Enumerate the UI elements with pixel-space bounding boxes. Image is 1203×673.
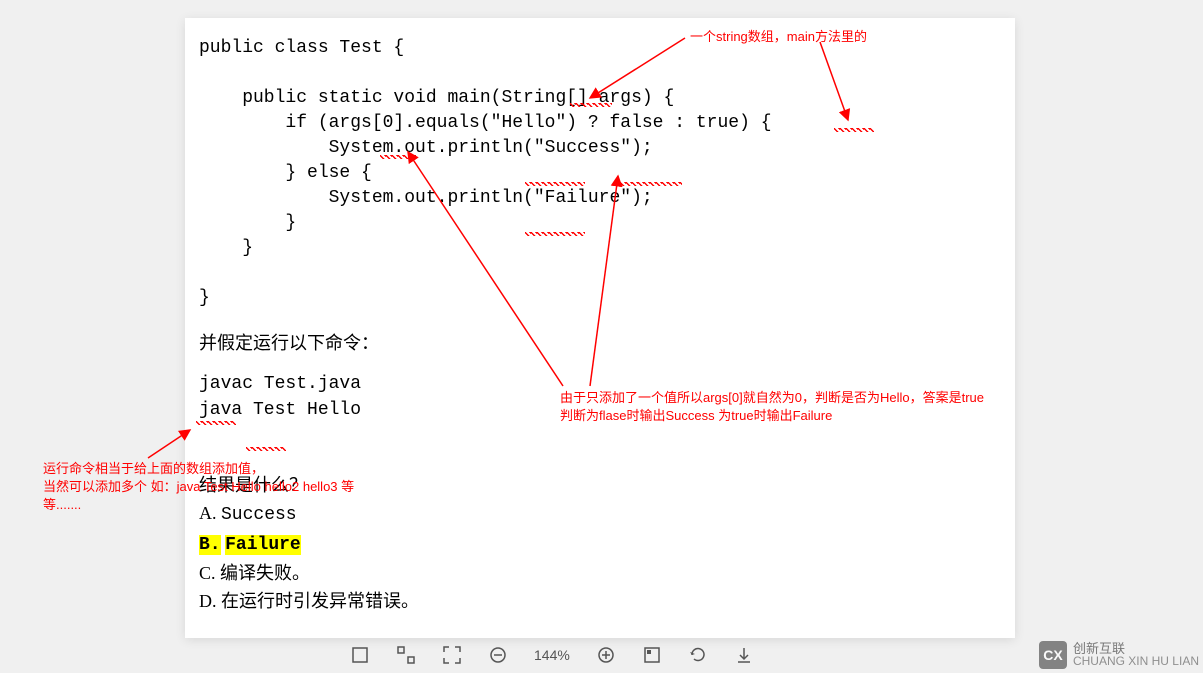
assume-text: 并假定运行以下命令： xyxy=(199,329,1001,357)
document-page: public class Test { public static void m… xyxy=(185,18,1015,638)
annotation-right: 由于只添加了一个值所以args[0]就自然为0，判断是否为Hello，答案是tr… xyxy=(560,389,1000,425)
annotation-left: 运行命令相当于给上面的数组添加值， 当然可以添加多个 如：java Test H… xyxy=(43,460,373,514)
annotation-top: 一个string数组，main方法里的 xyxy=(690,28,867,46)
option-d: D. 在运行时引发异常错误。 xyxy=(199,587,1001,615)
zoom-level: 144% xyxy=(534,647,570,663)
option-d-label: D. xyxy=(199,591,217,611)
watermark-line2: CHUANG XIN HU LIAN xyxy=(1073,655,1199,667)
squiggle-underline xyxy=(570,103,612,107)
viewer-toolbar: 144% xyxy=(350,637,754,673)
option-c: C. 编译失败。 xyxy=(199,559,1001,587)
squiggle-underline xyxy=(196,421,236,425)
thumbnail-icon[interactable] xyxy=(642,645,662,665)
rotate-icon[interactable] xyxy=(688,645,708,665)
squiggle-underline xyxy=(525,232,585,236)
squiggle-underline xyxy=(834,128,874,132)
fit-page-icon[interactable] xyxy=(350,645,370,665)
option-c-label: C. xyxy=(199,563,216,583)
code-block: public class Test { public static void m… xyxy=(199,36,1001,311)
watermark: CX 创新互联 CHUANG XIN HU LIAN xyxy=(1039,641,1199,669)
squiggle-underline xyxy=(380,155,416,159)
squiggle-underline xyxy=(246,447,286,451)
squiggle-underline xyxy=(525,182,585,186)
annotation-left-line2: 当然可以添加多个 如：java Test Hello hello2 hello3… xyxy=(43,478,373,514)
option-d-text: 在运行时引发异常错误。 xyxy=(221,591,419,611)
annotation-left-line1: 运行命令相当于给上面的数组添加值， xyxy=(43,460,373,478)
zoom-in-icon[interactable] xyxy=(596,645,616,665)
option-b-label: B. xyxy=(199,535,221,555)
download-icon[interactable] xyxy=(734,645,754,665)
fit-width-icon[interactable] xyxy=(396,645,416,665)
annotation-right-line2: 判断为flase时输出Success 为true时输出Failure xyxy=(560,407,1000,425)
option-c-text: 编译失败。 xyxy=(220,563,310,583)
watermark-logo: CX xyxy=(1039,641,1067,669)
zoom-out-icon[interactable] xyxy=(488,645,508,665)
squiggle-underline xyxy=(620,182,682,186)
watermark-text: 创新互联 CHUANG XIN HU LIAN xyxy=(1073,643,1199,667)
option-b-text: Failure xyxy=(225,535,301,555)
annotation-right-line1: 由于只添加了一个值所以args[0]就自然为0，判断是否为Hello，答案是tr… xyxy=(560,389,1000,407)
options-list: A. Success B. Failure C. 编译失败。 D. 在运行时引发… xyxy=(199,499,1001,615)
option-b: B. Failure xyxy=(199,529,1001,559)
fullscreen-icon[interactable] xyxy=(442,645,462,665)
